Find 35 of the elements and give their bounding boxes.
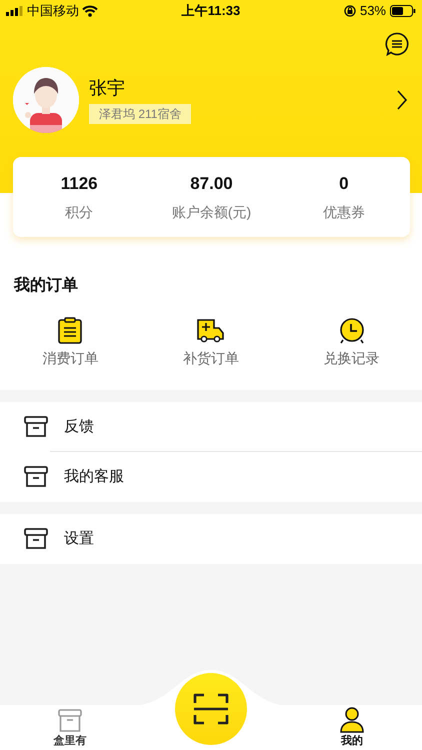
section-title: 我的订单 xyxy=(12,276,79,296)
battery-percent: 53% xyxy=(360,2,386,20)
box-icon xyxy=(24,466,48,488)
box-icon xyxy=(24,416,48,438)
menu-item[interactable]: 反馈 xyxy=(0,402,422,452)
stat-label: 优惠券 xyxy=(322,203,365,222)
scan-icon xyxy=(193,692,229,726)
status-time: 上午11:33 xyxy=(180,2,242,20)
battery-icon xyxy=(390,5,416,17)
order-type-button[interactable]: 补货订单 xyxy=(140,316,282,369)
person-icon xyxy=(339,706,365,732)
stat-value: 1126 xyxy=(60,172,98,195)
stat-value: 0 xyxy=(339,172,349,195)
message-button[interactable] xyxy=(385,32,409,56)
signal-icon xyxy=(6,6,24,16)
stat-value: 87.00 xyxy=(190,172,233,195)
carrier-name: 中国移动 xyxy=(27,2,79,20)
address-tag: 泽君坞 211宿舍 xyxy=(89,104,192,124)
tab[interactable]: 我的 xyxy=(282,705,422,750)
wifi-icon xyxy=(82,5,98,17)
user-name: 张宇 xyxy=(89,77,126,100)
clipboard-icon xyxy=(58,317,82,344)
truck-icon xyxy=(197,318,225,344)
rotation-lock-icon xyxy=(344,5,356,17)
box-icon xyxy=(58,708,82,732)
chevron-right-icon[interactable] xyxy=(396,89,408,111)
clock-icon xyxy=(338,318,365,344)
order-type-button[interactable]: 兑换记录 xyxy=(281,316,422,369)
menu-item[interactable]: 我的客服 xyxy=(0,452,422,502)
menu-item[interactable]: 设置 xyxy=(0,514,422,564)
order-type-button[interactable]: 消费订单 xyxy=(0,316,141,369)
tab[interactable]: 盒里有 xyxy=(0,705,140,750)
stat-label: 账户余额(元) xyxy=(172,203,252,222)
stat-label: 积分 xyxy=(65,203,94,222)
box-icon xyxy=(24,528,48,550)
